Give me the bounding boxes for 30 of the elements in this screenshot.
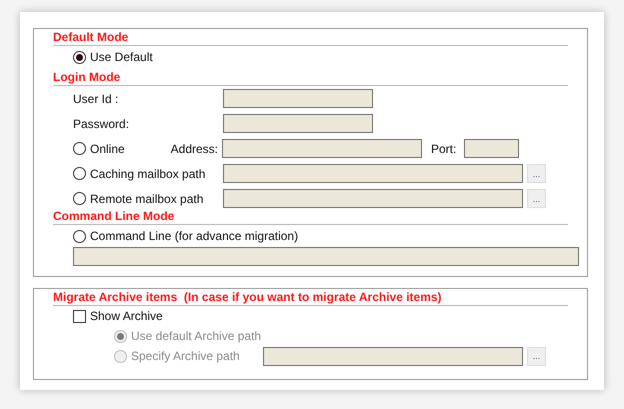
checkbox-label[interactable]: Show Archive: [90, 309, 163, 323]
radio-button[interactable]: [73, 192, 86, 205]
section-heading: Command Line Mode: [53, 208, 568, 225]
field-label: Password:: [73, 116, 130, 130]
input-field[interactable]: [223, 114, 373, 133]
field-label: Port:: [431, 142, 456, 156]
field-label: User Id :: [73, 92, 120, 106]
browse-button[interactable]: ...: [527, 164, 546, 183]
radio-label[interactable]: Remote mailbox path: [90, 192, 204, 206]
input-field[interactable]: [223, 164, 523, 183]
radio-button[interactable]: [73, 230, 86, 242]
radio-label[interactable]: Caching mailbox path: [90, 166, 206, 180]
section-heading: Default Mode: [53, 29, 568, 46]
checkbox[interactable]: [73, 310, 86, 322]
input-field[interactable]: [263, 346, 523, 366]
radio-label[interactable]: Command Line (for advance migration): [90, 229, 298, 243]
section-heading: Login Mode: [53, 69, 568, 86]
radio-button[interactable]: [73, 167, 86, 180]
section-heading: Migrate Archive items (In case if you want to migrate Archive items): [53, 289, 568, 306]
radio-button[interactable]: [73, 142, 86, 155]
radio-label[interactable]: Use Default: [90, 50, 153, 64]
browse-button[interactable]: ...: [527, 189, 546, 208]
input-field[interactable]: [223, 89, 373, 108]
input-field[interactable]: [73, 247, 579, 266]
input-field[interactable]: [222, 139, 422, 158]
field-label: Address:: [170, 142, 218, 156]
input-field[interactable]: [464, 139, 520, 158]
radio-button[interactable]: [73, 50, 86, 64]
input-field[interactable]: [223, 189, 523, 208]
radio-label[interactable]: Online: [90, 142, 125, 156]
